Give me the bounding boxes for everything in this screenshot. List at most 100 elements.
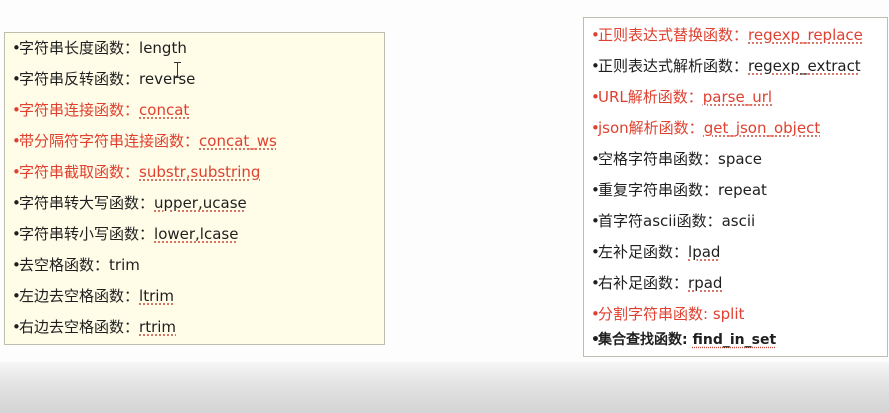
- function-name: find_in_set: [692, 332, 777, 348]
- function-list-item: •字符串转小写函数：lower,lcase: [12, 219, 384, 250]
- function-list-item: •json解析函数：get_json_object: [591, 113, 887, 144]
- separator: ：: [94, 256, 110, 274]
- bullet: •: [591, 150, 600, 168]
- bullet: •: [591, 243, 600, 261]
- separator: ：: [124, 101, 140, 119]
- bullet: •: [12, 318, 21, 336]
- bullet: •: [591, 181, 600, 199]
- function-description: 左补足函数: [598, 243, 674, 261]
- function-description: 带分隔符字符串连接函数: [19, 132, 185, 150]
- function-list-item: •左补足函数：lpad: [591, 237, 887, 268]
- function-description: 字符串转小写函数: [19, 225, 140, 243]
- function-list-item: •字符串连接函数：concat: [12, 95, 384, 126]
- function-name: ltrim: [139, 287, 175, 305]
- function-list-item: •字符串转大写函数：upper,ucase: [12, 188, 384, 219]
- function-name: lpad: [688, 243, 721, 261]
- function-name: space: [718, 150, 763, 168]
- function-list-item: •字符串反转函数：reverse: [12, 64, 384, 95]
- function-description: 重复字符串函数: [598, 181, 704, 199]
- function-description: 集合查找函数: [598, 332, 682, 348]
- function-list-item: •空格字符串函数：space: [591, 144, 887, 175]
- separator: ：: [706, 212, 722, 230]
- function-list-item: •右补足函数：rpad: [591, 268, 887, 299]
- function-name: trim: [109, 256, 140, 274]
- separator: ：: [733, 57, 749, 75]
- function-description: 字符串截取函数: [19, 163, 125, 181]
- separator: ：: [688, 119, 704, 137]
- separator: ：: [673, 274, 689, 292]
- left-function-list-panel: •字符串长度函数：length •字符串反转函数：reverse •字符串连接函数：…: [4, 32, 385, 345]
- bullet: •: [12, 163, 21, 181]
- bullet: •: [591, 212, 600, 230]
- function-description: 正则表达式解析函数: [598, 57, 734, 75]
- text-cursor-stem: [177, 63, 178, 77]
- separator: ：: [139, 225, 155, 243]
- separator: ：: [687, 88, 703, 106]
- function-list-item: •正则表达式解析函数：regexp_extract: [591, 51, 887, 82]
- function-list-item: •正则表达式替换函数：regexp_replace: [591, 20, 887, 51]
- separator: ：: [124, 39, 140, 57]
- function-description: 字符串反转函数: [19, 70, 125, 88]
- separator: ：: [139, 194, 155, 212]
- function-description: 左边去空格函数: [19, 287, 125, 305]
- separator: ：: [124, 163, 140, 181]
- separator: ：: [124, 70, 140, 88]
- function-list-item: •URL解析函数：parse_url: [591, 82, 887, 113]
- bullet: •: [591, 57, 600, 75]
- bullet: •: [12, 132, 21, 150]
- separator: ：: [703, 150, 719, 168]
- separator: ：: [184, 132, 200, 150]
- function-description: 正则表达式替换函数: [598, 26, 734, 44]
- bottom-gradient-band: [0, 362, 889, 413]
- function-name: upper,ucase: [154, 194, 247, 212]
- bullet: •: [12, 101, 21, 119]
- function-description: 右补足函数: [598, 274, 674, 292]
- bullet: •: [591, 119, 600, 137]
- function-list-item: •去空格函数：trim: [12, 250, 384, 281]
- separator: ：: [124, 287, 140, 305]
- function-description: 字符串转大写函数: [19, 194, 140, 212]
- function-list-item: •带分隔符字符串连接函数：concat_ws: [12, 126, 384, 157]
- text-cursor-bottom-cap: [174, 77, 181, 78]
- function-description: 字符串连接函数: [19, 101, 125, 119]
- function-name: reverse: [139, 70, 196, 88]
- function-list-item: •左边去空格函数：ltrim: [12, 281, 384, 312]
- function-name: regexp_replace: [748, 26, 863, 44]
- bullet: •: [12, 39, 21, 57]
- function-name: substr,substring: [139, 163, 261, 181]
- separator: ：: [673, 243, 689, 261]
- function-list-item: •重复字符串函数：repeat: [591, 175, 887, 206]
- function-name: length: [139, 39, 187, 57]
- bullet: •: [12, 194, 21, 212]
- bullet: •: [12, 287, 21, 305]
- function-list-item: •字符串长度函数：length: [12, 33, 384, 64]
- function-description: 空格字符串函数: [598, 150, 704, 168]
- function-name: get_json_object: [703, 119, 821, 137]
- right-function-list-panel: •正则表达式替换函数：regexp_replace •正则表达式解析函数：rege…: [583, 17, 888, 357]
- function-name: lower,lcase: [154, 225, 239, 243]
- function-name: split: [712, 305, 745, 323]
- separator: ：: [703, 181, 719, 199]
- separator: ：: [124, 318, 140, 336]
- function-list-item: •字符串截取函数：substr,substring: [12, 157, 384, 188]
- bullet: •: [591, 88, 600, 106]
- function-description: 首字符ascii函数: [598, 212, 707, 230]
- function-description: json解析函数: [598, 119, 689, 137]
- bullet: •: [591, 274, 600, 292]
- text-cursor-icon: [174, 62, 181, 78]
- function-name: rtrim: [139, 318, 177, 336]
- function-list-item: •集合查找函数: find_in_set: [591, 325, 887, 356]
- separator: ：: [733, 26, 749, 44]
- bullet: •: [12, 70, 21, 88]
- function-list-item: •右边去空格函数：rtrim: [12, 312, 384, 343]
- function-name: ascii: [721, 212, 756, 230]
- bullet: •: [12, 225, 21, 243]
- function-list-item: •首字符ascii函数：ascii: [591, 206, 887, 237]
- function-description: 去空格函数: [19, 256, 95, 274]
- function-description: 字符串长度函数: [19, 39, 125, 57]
- function-name: regexp_extract: [748, 57, 861, 75]
- function-description: 右边去空格函数: [19, 318, 125, 336]
- function-name: concat: [139, 101, 190, 119]
- bullet: •: [591, 26, 600, 44]
- bullet: •: [591, 332, 600, 348]
